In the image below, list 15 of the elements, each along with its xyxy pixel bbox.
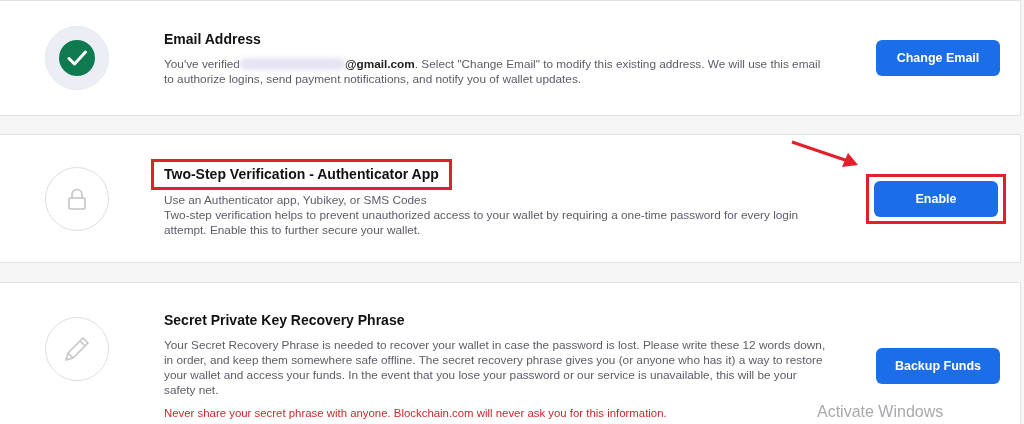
description-text: Use an Authenticator app, Yubikey, or SMS Codes xyxy=(164,193,428,208)
description-text: Your Secret Recovery Phrase is needed to recover your wallet in case the password is lost. Please write these 12 words down, in order, and keep them somewhere safe offline. The secret recovery phrase gives you (or anyone who has it) a way to restore your wallet and access your funds. In the event that you lose your password or our service is unavailable, this will be your safety net. xyxy=(164,338,826,398)
section-title: Secret Private Key Recovery Phrase xyxy=(164,311,405,330)
description-text: Two-step verification helps to prevent unauthorized access to your wallet by requiring a one-time password for every login attempt. Enable this to further secure your wallet. xyxy=(164,208,800,238)
description-text: You've verified @gmail.com. Select "Change Email" to modify this existing address. We will use this email to authorize logins, send payment notifications, and notify you of wallet updates. xyxy=(164,56,822,87)
warning-text: Never share your secret phrase with anyone. Blockchain.com will never ask you for this information. xyxy=(164,406,667,421)
lock-icon xyxy=(67,187,87,210)
activation-notice: Activate Windows xyxy=(817,403,944,421)
action-button[interactable]: Enable xyxy=(874,180,998,217)
section-title: Email Address xyxy=(164,29,261,49)
checkmark-icon xyxy=(59,40,95,76)
action-button[interactable]: Backup Funds xyxy=(876,348,1000,384)
action-button[interactable]: Change Email xyxy=(876,40,1000,76)
pencil-icon xyxy=(62,334,92,364)
section-title: Two-Step Verification - Authenticator App xyxy=(151,159,452,190)
